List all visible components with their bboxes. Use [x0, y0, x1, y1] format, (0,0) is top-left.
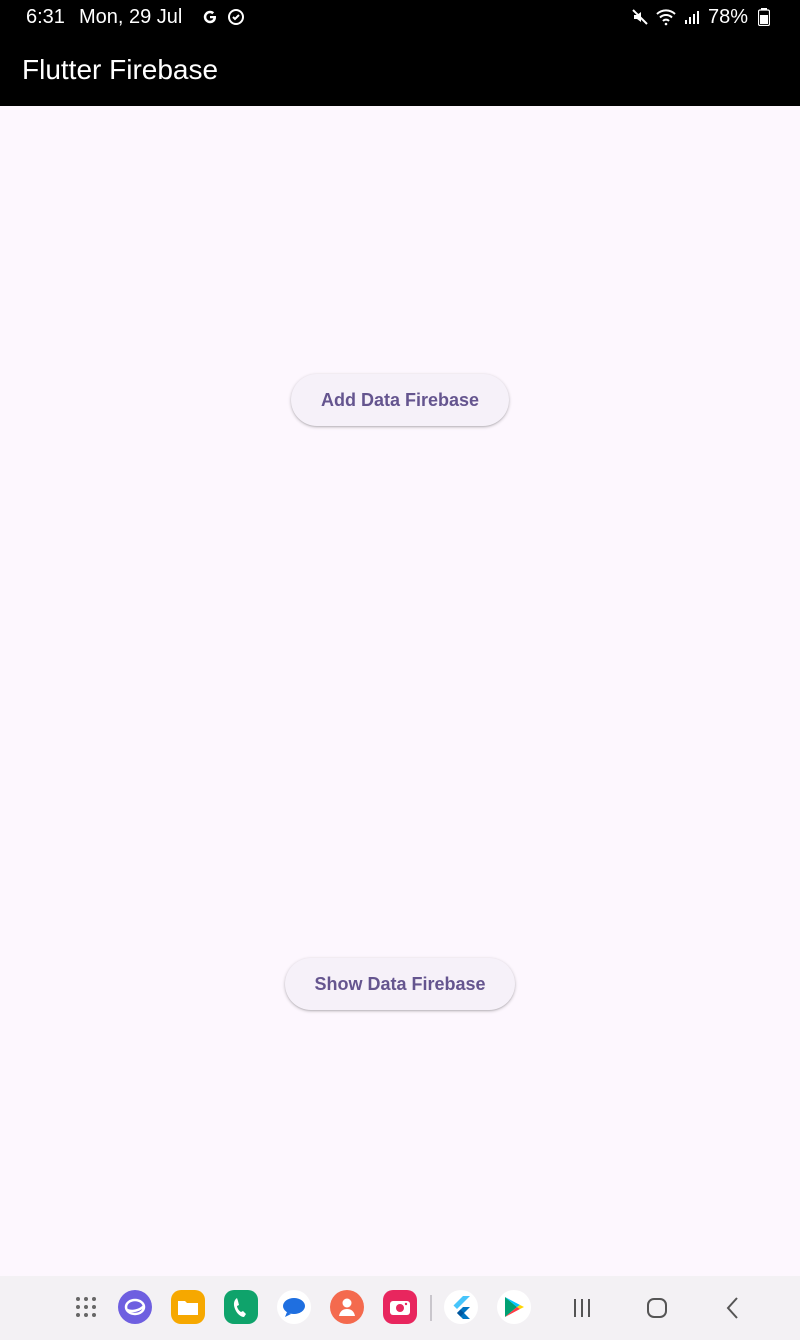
screen: 6:31 Mon, 29 Jul 78% Flutter Firebase Ad… — [0, 0, 800, 1340]
battery-icon — [754, 7, 774, 27]
app-bar-title: Flutter Firebase — [22, 54, 219, 85]
messages-icon[interactable] — [277, 1290, 311, 1324]
dock-divider — [430, 1295, 432, 1321]
add-data-button[interactable]: Add Data Firebase — [291, 374, 509, 426]
status-right: 78% — [630, 6, 774, 29]
status-notification-icons — [200, 7, 246, 27]
app-bar: Flutter Firebase — [0, 34, 800, 106]
play-store-icon[interactable] — [497, 1290, 531, 1324]
back-icon[interactable] — [718, 1294, 748, 1322]
main-content: Add Data Firebase Show Data Firebase — [0, 106, 800, 1276]
status-bar: 6:31 Mon, 29 Jul 78% — [0, 0, 800, 34]
phone-icon[interactable] — [224, 1290, 258, 1324]
browser-icon[interactable] — [118, 1290, 152, 1324]
files-icon[interactable] — [171, 1290, 205, 1324]
home-icon[interactable] — [642, 1294, 672, 1322]
recents-icon[interactable] — [567, 1294, 597, 1322]
google-icon — [200, 7, 220, 27]
camera-icon[interactable] — [383, 1290, 417, 1324]
mute-icon — [630, 7, 650, 27]
flutter-icon[interactable] — [444, 1290, 478, 1324]
app-drawer-icon[interactable] — [69, 1290, 103, 1324]
show-data-button[interactable]: Show Data Firebase — [285, 958, 515, 1010]
status-left: 6:31 Mon, 29 Jul — [26, 6, 246, 29]
sync-icon — [226, 7, 246, 27]
status-time: 6:31 — [26, 5, 65, 28]
signal-icon — [682, 7, 702, 27]
battery-percent: 78% — [707, 5, 748, 28]
status-date: Mon, 29 Jul — [78, 5, 183, 28]
contacts-icon[interactable] — [330, 1290, 364, 1324]
navigation-bar — [0, 1276, 800, 1340]
wifi-icon — [656, 7, 676, 27]
